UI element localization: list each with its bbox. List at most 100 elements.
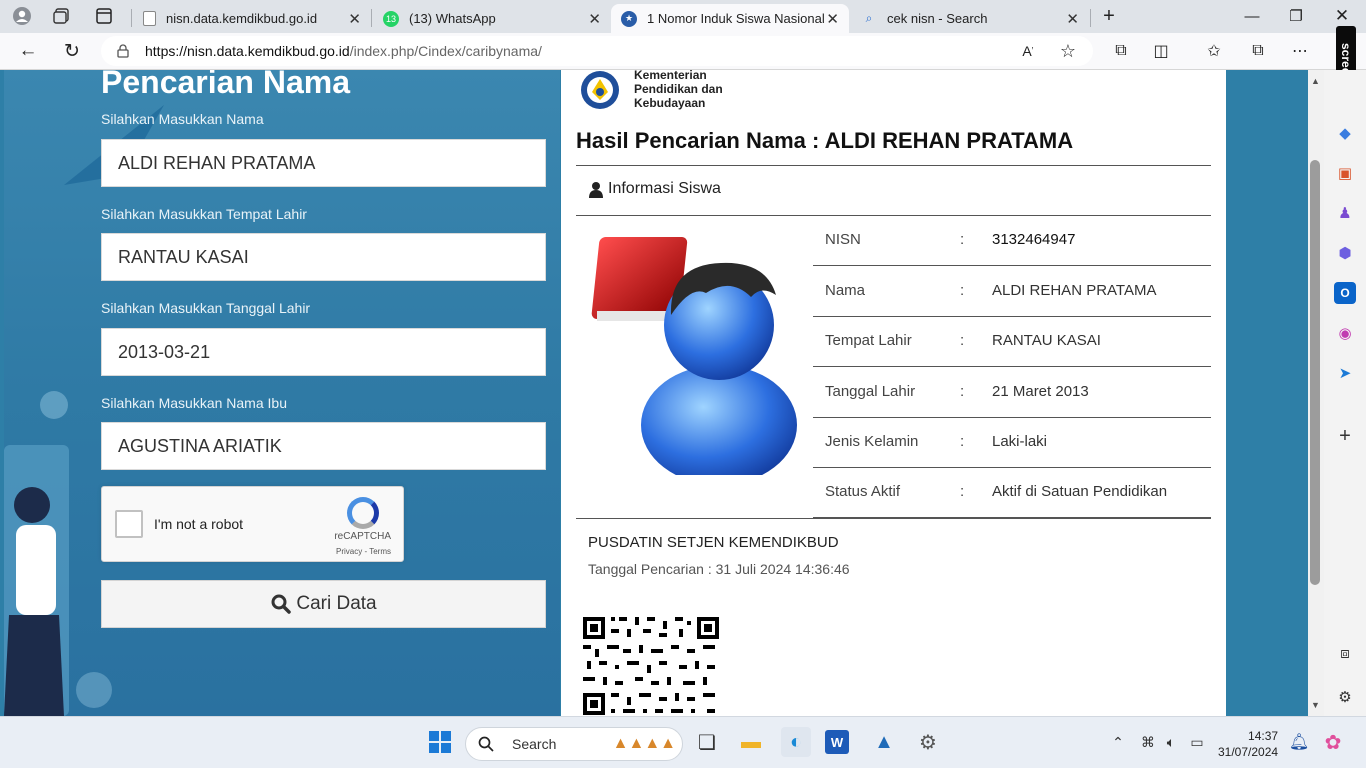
user-icon [589,181,603,198]
info-key: Tanggal Lahir [825,383,916,400]
clock-time: 14:37 [1248,729,1279,743]
restore-icon[interactable]: ❐ [1284,5,1308,27]
scroll-up-icon[interactable]: ▲ [1311,76,1320,86]
favorites-icon[interactable]: ✩ [1200,39,1228,63]
screenshot-icon[interactable]: ⧈ [1334,642,1356,664]
tab-nisn-site[interactable]: nisn.data.kemdikbud.go.id ✕ [133,4,371,33]
new-tab-icon[interactable]: + [1097,5,1121,27]
search-data-button[interactable]: Cari Data [101,580,546,628]
ministry-name: Kementerian Pendidikan dan Kebudayaan [634,70,723,110]
taskbar-search[interactable]: Search ▲▲▲▲ [465,727,683,761]
edge-browser-icon[interactable]: ◐ [781,727,811,757]
info-row-status-aktif: Status Aktif : Aktif di Satuan Pendidika… [813,468,1211,518]
divider [576,165,1211,166]
birthdate-input[interactable]: 2013-03-21 [101,328,546,376]
lock-icon [117,44,131,58]
photos-icon[interactable]: ▲ [869,727,899,757]
recaptcha-checkbox[interactable] [115,510,143,538]
collections-icon[interactable]: ⧉ [1244,39,1272,63]
tab-search[interactable]: ⌕ cek nisn - Search ✕ [851,4,1089,33]
recaptcha-label: I'm not a robot [154,516,244,532]
info-sep: : [960,383,965,400]
info-sep: : [960,231,965,248]
section-header: Informasi Siswa [588,180,721,198]
copilot-icon[interactable]: ⬢ [1334,242,1356,264]
info-sep: : [960,483,965,500]
file-explorer-icon[interactable]: ▬ [736,727,766,757]
windows-start-icon[interactable] [425,727,455,757]
form-panel: Pencarian Nama Silahkan Masukkan Nama AL… [4,70,560,716]
info-key: Tempat Lahir [825,332,912,349]
profile-icon[interactable] [10,5,34,27]
name-input[interactable]: ALDI REHAN PRATAMA [101,139,546,187]
url-path: /index.php/Cindex/caribynama/ [349,43,542,59]
kemdikbud-favicon: ★ [621,10,637,27]
minimize-icon[interactable]: — [1240,5,1264,27]
scroll-down-icon[interactable]: ▼ [1311,700,1320,710]
tab-whatsapp[interactable]: 13 (13) WhatsApp ✕ [373,4,611,33]
vertical-scrollbar[interactable]: ▲ ▼ [1308,70,1324,716]
page-content: Pencarian Nama Silahkan Masukkan Nama AL… [0,70,1308,716]
settings-gear-icon[interactable]: ⚙ [1334,686,1356,708]
battery-icon[interactable]: ▭ [1182,727,1212,757]
birthplace-label: Silahkan Masukkan Tempat Lahir [101,206,307,222]
scrollbar-thumb[interactable] [1310,160,1320,585]
birthplace-input[interactable]: RANTAU KASAI [101,233,546,281]
notification-bell-icon[interactable]: 🔔︎ [1284,727,1314,757]
refresh-icon[interactable]: ↻ [58,39,86,63]
info-sep: : [960,332,965,349]
info-key: NISN [825,231,861,248]
url-host: https://nisn.data.kemdikbud.go.id [145,43,350,59]
tab-title: cek nisn - Search [887,11,988,26]
info-row-nama: Nama : ALDI REHAN PRATAMA [813,267,1211,317]
send-icon[interactable]: ➤ [1334,362,1356,384]
favorite-star-icon[interactable]: ☆ [1054,39,1082,63]
more-icon[interactable]: ⋯ [1286,39,1314,63]
word-icon[interactable]: W [825,730,849,754]
recaptcha-widget: I'm not a robot reCAPTCHA Privacy - Term… [101,486,404,562]
tab-nisn-active[interactable]: ★ 1 Nomor Induk Siswa Nasional ✕ [611,4,849,33]
page-icon [143,11,156,26]
show-hidden-icons-icon[interactable]: ⌃ [1103,727,1133,757]
edge-sidebar: ◆ ▣ ♟ ⬢ O ◉ ➤ + ⧈ ⚙ [1324,70,1366,716]
info-value: 21 Maret 2013 [992,383,1089,400]
url-field[interactable]: https://nisn.data.kemdikbud.go.id/index.… [101,36,1093,66]
extensions-icon[interactable]: ⧉ [1107,39,1135,63]
taskbar: Search ▲▲▲▲ ❏ ▬ ◐ W ▲ ⚙ ⌃ ⌘ 🔈︎ ▭ 14:37 3… [0,716,1366,768]
search-icon [271,594,292,614]
close-icon[interactable]: ✕ [826,10,839,28]
tab-title: 1 Nomor Induk Siswa Nasional [647,11,825,26]
copilot-pre-icon[interactable]: ✿ [1318,727,1348,757]
games-icon[interactable]: ♟ [1334,202,1356,224]
window-close-icon[interactable]: ✕ [1330,5,1354,27]
close-icon[interactable]: ✕ [348,10,361,28]
tab-title: nisn.data.kemdikbud.go.id [166,11,318,26]
split-screen-icon[interactable]: ◫ [1147,39,1175,63]
search-placeholder: Search [512,736,557,752]
close-icon[interactable]: ✕ [1066,10,1079,28]
designer-icon[interactable]: ◉ [1334,322,1356,344]
close-icon[interactable]: ✕ [588,10,601,28]
recaptcha-brand: reCAPTCHA [334,531,391,542]
tools-briefcase-icon[interactable]: ▣ [1334,162,1356,184]
collections-tabs-icon[interactable] [50,5,74,27]
info-key: Nama [825,282,866,299]
shopping-tag-icon[interactable]: ◆ [1334,122,1356,144]
system-clock[interactable]: 14:37 31/07/2024 [1218,728,1278,760]
info-row-tempat-lahir: Tempat Lahir : RANTAU KASAI [813,317,1211,367]
birthdate-label: Silahkan Masukkan Tanggal Lahir [101,300,311,316]
task-view-icon[interactable]: ❏ [692,727,722,757]
tab-actions-icon[interactable] [92,5,116,27]
outlook-icon[interactable]: O [1334,282,1356,304]
back-icon[interactable]: ← [14,39,42,63]
add-sidebar-icon[interactable]: + [1334,425,1356,447]
name-label: Silahkan Masukkan Nama [101,111,264,127]
read-aloud-icon[interactable]: Aʼ [1014,39,1042,63]
recaptcha-terms[interactable]: Privacy - Terms [336,547,391,556]
settings-icon[interactable]: ⚙ [913,727,943,757]
recaptcha-logo-icon [347,497,379,529]
mother-name-input[interactable]: AGUSTINA ARIATIK [101,422,546,470]
result-title: Hasil Pencarian Nama : ALDI REHAN PRATAM… [576,128,1074,153]
info-row-nisn: NISN : 3132464947 [813,216,1211,266]
address-bar: ← ↻ https://nisn.data.kemdikbud.go.id/in… [0,33,1366,70]
